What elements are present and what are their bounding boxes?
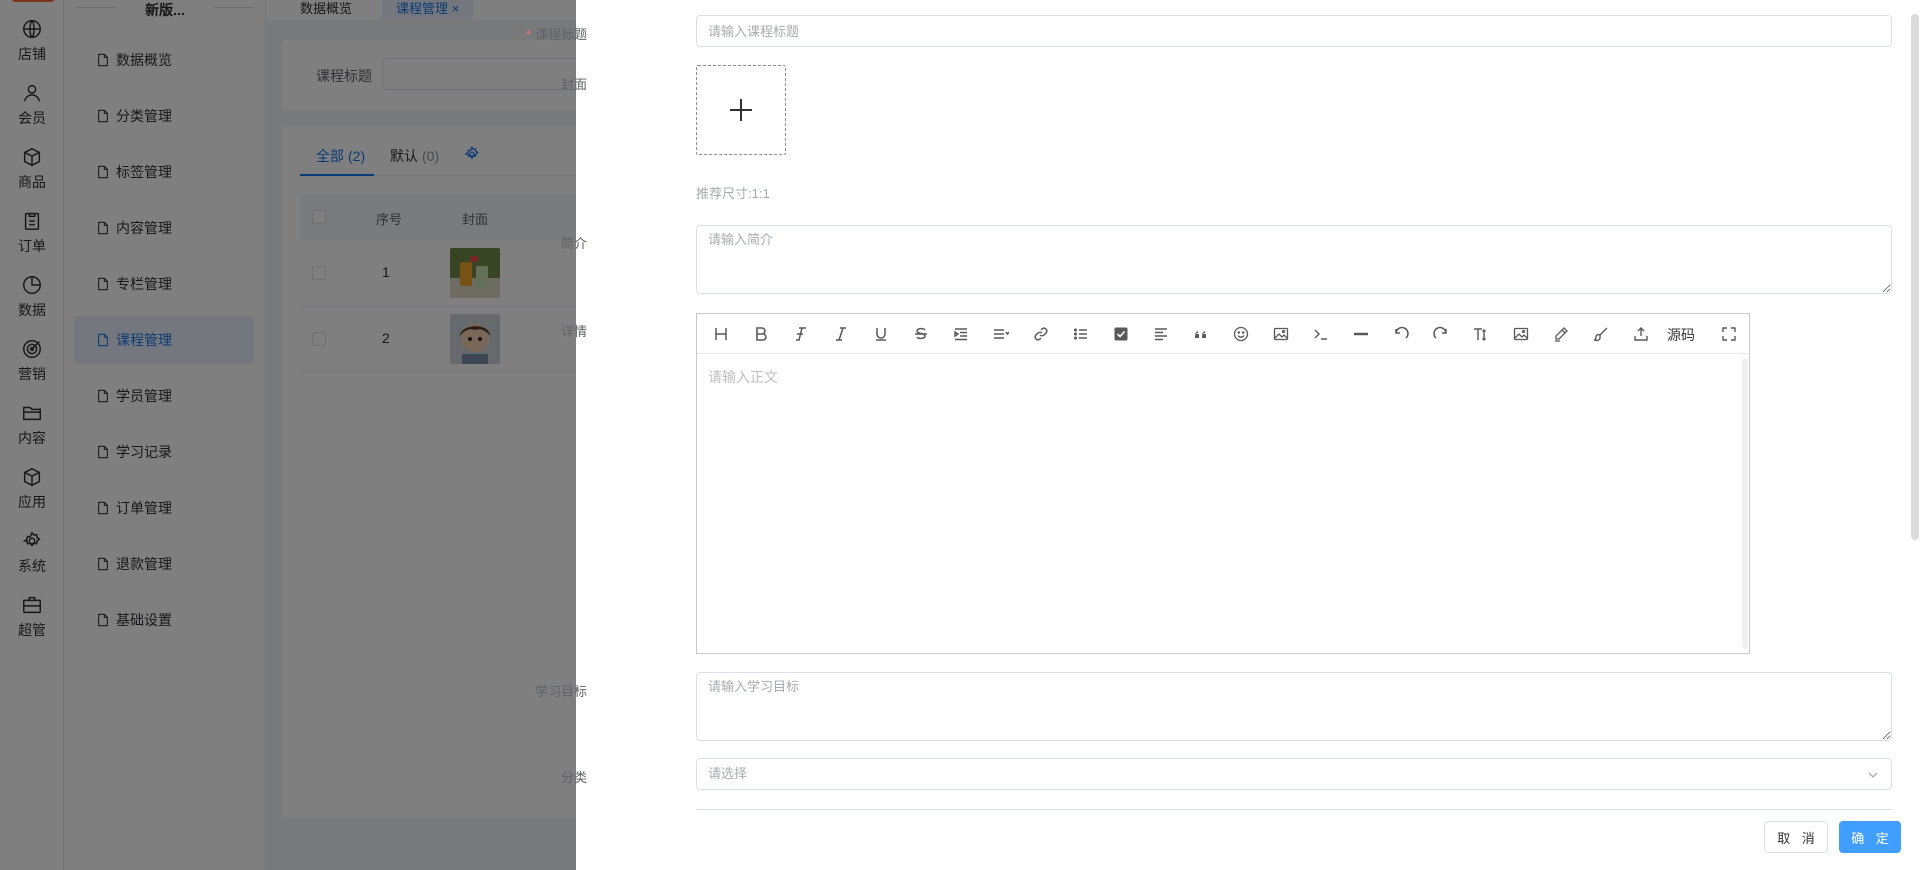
- intro-textarea[interactable]: [696, 225, 1892, 294]
- category-select[interactable]: 请选择: [696, 758, 1892, 790]
- indent-button[interactable]: [951, 324, 971, 344]
- align-button[interactable]: [1151, 324, 1171, 344]
- cancel-button[interactable]: 取 消: [1764, 821, 1828, 853]
- bold-button[interactable]: [751, 324, 771, 344]
- emoji-button[interactable]: [1231, 324, 1251, 344]
- todo-button[interactable]: [1111, 324, 1131, 344]
- italic-button[interactable]: [831, 324, 851, 344]
- pen-icon: [1555, 327, 1568, 342]
- course-title-label-text: 课程标题: [534, 27, 587, 42]
- indent-icon: [954, 328, 967, 341]
- heading-icon: [715, 328, 727, 340]
- image-icon: [1273, 327, 1289, 341]
- drawer-scrollbar[interactable]: [1911, 14, 1919, 540]
- course-title-label: * 课程标题: [526, 24, 587, 43]
- heading-button[interactable]: [711, 324, 731, 344]
- checkbox-icon: [1114, 327, 1128, 341]
- category-label: 分类: [560, 770, 587, 785]
- plus-icon: [730, 99, 752, 121]
- cover-upload-button[interactable]: [696, 65, 786, 155]
- bold-icon: [756, 327, 767, 341]
- study-goal-textarea[interactable]: [696, 672, 1892, 741]
- editor-placeholder: 请输入正文: [708, 369, 778, 385]
- quote-button[interactable]: [1191, 324, 1211, 344]
- chevron-down-icon: [1868, 772, 1878, 778]
- strikethrough-button[interactable]: [911, 324, 931, 344]
- undo-icon: [1395, 326, 1409, 339]
- terminal-icon: [1314, 329, 1327, 340]
- image-icon: [1513, 327, 1529, 341]
- quote-icon: [1194, 331, 1206, 338]
- horizontal-rule-icon: [1354, 332, 1368, 336]
- divider-button[interactable]: [1351, 324, 1371, 344]
- insert-image-button[interactable]: [1511, 324, 1531, 344]
- editor-scrollbar[interactable]: [1742, 358, 1748, 649]
- redo-icon: [1433, 326, 1447, 339]
- emoji-icon: [1233, 326, 1249, 342]
- cover-size-hint: 推荐尺寸:1:1: [696, 186, 770, 201]
- source-code-button[interactable]: 源码: [1667, 325, 1695, 345]
- underline-button[interactable]: [871, 324, 891, 344]
- cover-label: 封面: [560, 77, 587, 92]
- fullscreen-icon: [1722, 327, 1736, 341]
- next-field-edge: [696, 809, 1892, 810]
- font-size-button[interactable]: [1471, 324, 1491, 344]
- clear-format-icon: [796, 327, 806, 341]
- code-button[interactable]: [1311, 324, 1331, 344]
- clear-format-button[interactable]: [791, 324, 811, 344]
- redo-button[interactable]: [1431, 324, 1451, 344]
- italic-icon: [836, 327, 846, 341]
- line-height-icon: [994, 329, 1009, 339]
- upload-icon: [1634, 327, 1648, 341]
- font-size-icon: [1474, 328, 1486, 341]
- bullet-list-button[interactable]: [1071, 324, 1091, 344]
- course-edit-drawer: *课程标题 封面 推荐尺寸:1:1 简介 详情: [526, 0, 1920, 870]
- rich-text-editor: 源码 请输入正文: [696, 313, 1750, 654]
- align-left-icon: [1155, 328, 1167, 341]
- link-icon: [1034, 327, 1048, 341]
- confirm-button[interactable]: 确 定: [1839, 821, 1901, 853]
- upload-button[interactable]: [1631, 324, 1651, 344]
- strikethrough-icon: [915, 327, 927, 340]
- link-button[interactable]: [1031, 324, 1051, 344]
- underline-icon: [876, 328, 886, 341]
- category-select-placeholder: 请选择: [708, 766, 748, 781]
- study-goal-label: 学习目标: [534, 684, 587, 699]
- image-button[interactable]: [1271, 324, 1291, 344]
- undo-button[interactable]: [1391, 324, 1411, 344]
- course-title-input[interactable]: [696, 15, 1892, 47]
- required-mark: *: [525, 27, 531, 42]
- detail-label: 详情: [560, 324, 587, 339]
- editor-toolbar: 源码: [697, 314, 1749, 354]
- bullet-list-icon: [1073, 328, 1087, 340]
- fullscreen-button[interactable]: [1719, 324, 1739, 344]
- highlight-button[interactable]: [1551, 324, 1571, 344]
- editor-content-area[interactable]: 请输入正文: [697, 354, 1741, 653]
- brush-icon: [1593, 327, 1608, 342]
- intro-label: 简介: [560, 236, 587, 251]
- line-height-button[interactable]: [991, 324, 1011, 344]
- format-painter-button[interactable]: [1591, 324, 1611, 344]
